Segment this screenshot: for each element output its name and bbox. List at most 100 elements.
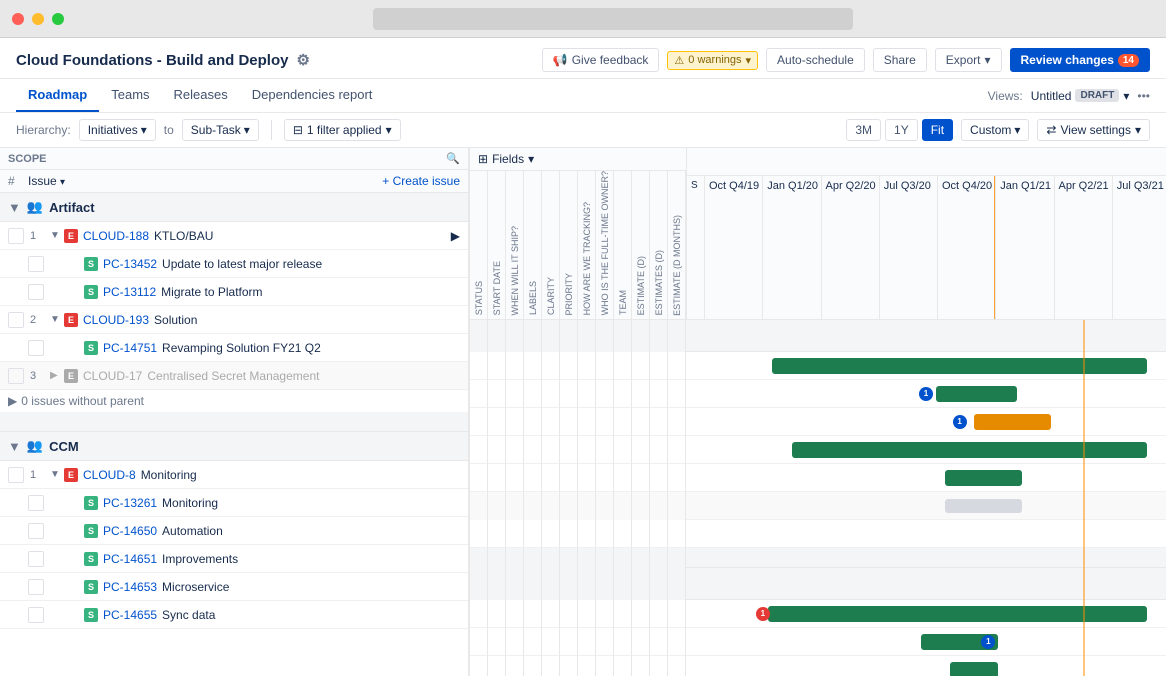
issue-type-icon: E [64,369,78,383]
header-actions: 📢 Give feedback ⚠ 0 warnings ▾ Auto-sche… [542,48,1150,72]
issue-type-icon: S [84,257,98,271]
gantt-milestone[interactable]: 1 [981,635,995,649]
issue-type-icon: E [64,229,78,243]
row-checkbox[interactable] [28,579,44,595]
tab-roadmap[interactable]: Roadmap [16,79,99,112]
issue-type-icon: E [64,313,78,327]
gantt-bar[interactable] [974,414,1051,430]
expand-row-icon[interactable]: ▶ [50,370,64,381]
share-button[interactable]: Share [873,48,927,72]
table-row: S PC-14651 Improvements [0,545,468,573]
gantt-bar-area [686,352,1166,379]
row-arrow: ▶ [451,229,460,243]
tab-teams[interactable]: Teams [99,79,161,112]
group-artifact[interactable]: ▼ 👥 Artifact [0,193,468,222]
issue-type-icon: S [84,608,98,622]
filter-button[interactable]: ⊟ 1 filter applied ▾ [284,119,401,141]
close-button[interactable] [12,13,24,25]
gantt-bar-area [686,320,1166,351]
row-checkbox[interactable] [8,467,24,483]
field-estimate-months: ESTIMATE (D MONTHS) [668,171,686,319]
row-checkbox[interactable] [28,284,44,300]
hierarchy-to-dropdown[interactable]: Sub-Task ▾ [182,119,259,141]
custom-dropdown[interactable]: Custom ▾ [961,119,1029,141]
time-fit-button[interactable]: Fit [922,119,953,141]
gantt-bar-area: 1 [686,408,1166,435]
gantt-row-pc14650 [470,656,1166,676]
review-changes-button[interactable]: Review changes 14 [1010,48,1151,72]
give-feedback-button[interactable]: 📢 Give feedback [542,48,660,72]
maximize-button[interactable] [52,13,64,25]
expand-icon: ▼ [8,439,21,454]
chevron-down-icon: ▾ [386,123,392,137]
settings-icon[interactable]: ⚙ [296,51,309,69]
row-checkbox[interactable] [28,495,44,511]
filter-icon: ⊟ [293,123,303,137]
table-row: 3 ▶ E CLOUD-17 Centralised Secret Manage… [0,362,468,390]
row-checkbox[interactable] [28,523,44,539]
hierarchy-from-dropdown[interactable]: Initiatives ▾ [79,119,156,141]
field-cells [470,436,686,463]
gantt-bar[interactable] [945,470,1022,486]
minimize-button[interactable] [32,13,44,25]
no-parent-row[interactable]: ▶ 0 issues without parent [0,390,468,412]
expand-row-icon[interactable]: ▼ [50,314,64,325]
row-checkbox[interactable] [8,312,24,328]
group-ccm[interactable]: ▼ 👥 CCM [0,432,468,461]
nav-bar: Roadmap Teams Releases Dependencies repo… [0,79,1166,113]
issue-type-icon: S [84,285,98,299]
app-header: Cloud Foundations - Build and Deploy ⚙ 📢… [0,38,1166,79]
time-3m-button[interactable]: 3M [846,119,881,141]
time-1y-button[interactable]: 1Y [885,119,918,141]
gantt-bar-area [686,656,1166,676]
gantt-milestone[interactable]: 1 [919,387,933,401]
field-status: STATUS [470,171,488,319]
time-header: S Oct Q4/19 Jan Q1/20 Apr Q2/20 Jul Q3/2… [687,148,1166,319]
chevron-down-icon: ▾ [1135,123,1141,137]
time-buttons: 3M 1Y Fit [846,119,953,141]
row-checkbox[interactable] [28,607,44,623]
tab-releases[interactable]: Releases [162,79,240,112]
gantt-bar[interactable] [936,386,1018,402]
field-start-date: START DATE [488,171,506,319]
create-issue-button[interactable]: + Create issue [382,174,460,188]
gantt-bar-area [686,436,1166,463]
row-checkbox[interactable] [8,368,24,384]
fields-button[interactable]: ⊞ Fields ▾ [470,148,686,171]
search-icon[interactable]: 🔍 [446,152,460,165]
tab-dependencies[interactable]: Dependencies report [240,79,385,112]
more-options-icon[interactable]: ••• [1137,89,1150,103]
fields-section: ⊞ Fields ▾ STATUS START DATE WHEN WILL I… [470,148,687,319]
chevron-down-icon: ▾ [528,152,534,166]
auto-schedule-button[interactable]: Auto-schedule [766,48,865,72]
table-row: S PC-13261 Monitoring [0,489,468,517]
gantt-scroll-area[interactable]: 1 1 [470,320,1166,676]
row-checkbox[interactable] [28,551,44,567]
field-clarity: CLARITY [542,171,560,319]
gantt-bar[interactable] [768,606,1147,622]
gantt-row-pc13261: 1 [470,628,1166,656]
search-bar [373,8,853,30]
section-spacer [0,412,468,432]
expand-row-icon[interactable]: ▼ [50,469,64,480]
gantt-bar[interactable] [950,662,998,676]
table-row: 1 ▼ E CLOUD-188 KTLO/BAU ▶ [0,222,468,250]
warnings-badge[interactable]: ⚠ 0 warnings ▾ [667,51,758,70]
expand-row-icon[interactable]: ▼ [50,230,64,241]
gantt-bar[interactable] [772,358,1146,374]
row-checkbox[interactable] [8,228,24,244]
review-changes-badge: 14 [1118,54,1139,67]
megaphone-icon: 📢 [553,53,568,67]
view-name[interactable]: Untitled DRAFT ▾ [1031,89,1130,103]
view-settings-button[interactable]: ⇄ View settings ▾ [1037,119,1150,141]
gantt-milestone-red[interactable]: 1 [756,607,770,621]
gantt-row: 1 [470,408,1166,436]
gantt-bar-area: 1 [686,600,1166,627]
row-checkbox[interactable] [28,340,44,356]
gantt-bar[interactable] [945,499,1022,513]
row-checkbox[interactable] [28,256,44,272]
gantt-milestone[interactable]: 1 [953,415,967,429]
gantt-bar[interactable] [792,442,1147,458]
table-row: S PC-14653 Microservice [0,573,468,601]
export-button[interactable]: Export ▾ [935,48,1002,72]
